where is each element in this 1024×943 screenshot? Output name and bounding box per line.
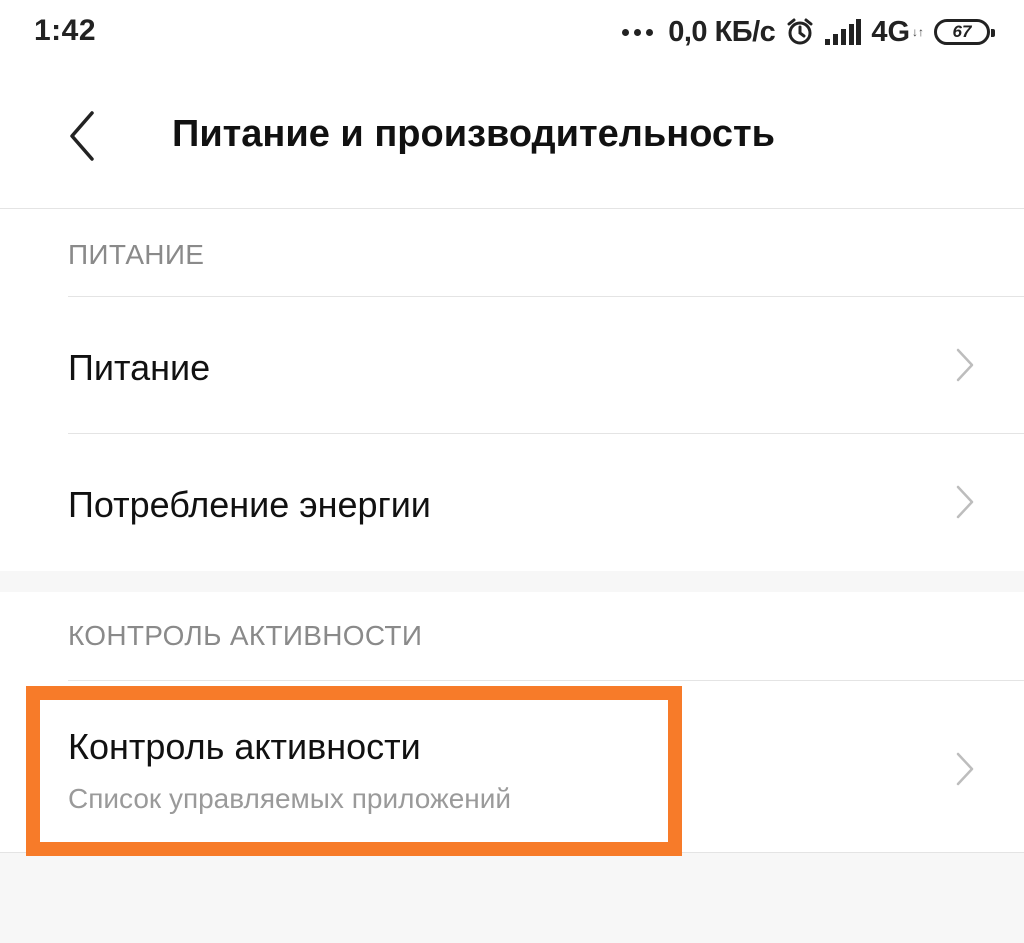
status-bar: 1:42 0,0 КБ/с 4G ↓↑ 67 [0,0,1024,66]
network-type: 4G ↓↑ [871,15,924,48]
chevron-right-icon [956,752,974,786]
section-header-activity: КОНТРОЛЬ АКТИВНОСТИ [68,620,423,651]
chevron-right-icon [956,485,974,519]
more-dots-icon [622,28,658,36]
back-button[interactable] [62,110,106,162]
settings-item-label: Питание [68,347,211,388]
chevron-right-icon [956,348,974,382]
settings-item-label: Потребление энергии [68,484,431,525]
top-area: 1:42 0,0 КБ/с 4G ↓↑ 67 Питание и произво… [0,0,1024,208]
settings-item-energy-consumption[interactable]: Потребление энергии [0,434,1024,570]
data-arrows-icon: ↓↑ [912,24,924,39]
section-power: ПИТАНИЕ Питание Потребление энергии [0,209,1024,571]
section-header-power: ПИТАНИЕ [68,239,205,270]
battery-level: 67 [952,22,972,41]
alarm-icon [787,18,813,45]
highlight-frame [26,686,682,856]
status-icons: 0,0 КБ/с 4G ↓↑ 67 [612,14,995,50]
chevron-left-icon [70,111,94,161]
status-time: 1:42 [34,14,97,47]
signal-icon [825,19,862,45]
app-header: Питание и производительность [0,66,1024,208]
page-title: Питание и производительность [172,113,776,155]
net-speed: 0,0 КБ/с [668,15,776,48]
battery-icon: 67 [934,19,995,45]
settings-item-power[interactable]: Питание [0,297,1024,433]
